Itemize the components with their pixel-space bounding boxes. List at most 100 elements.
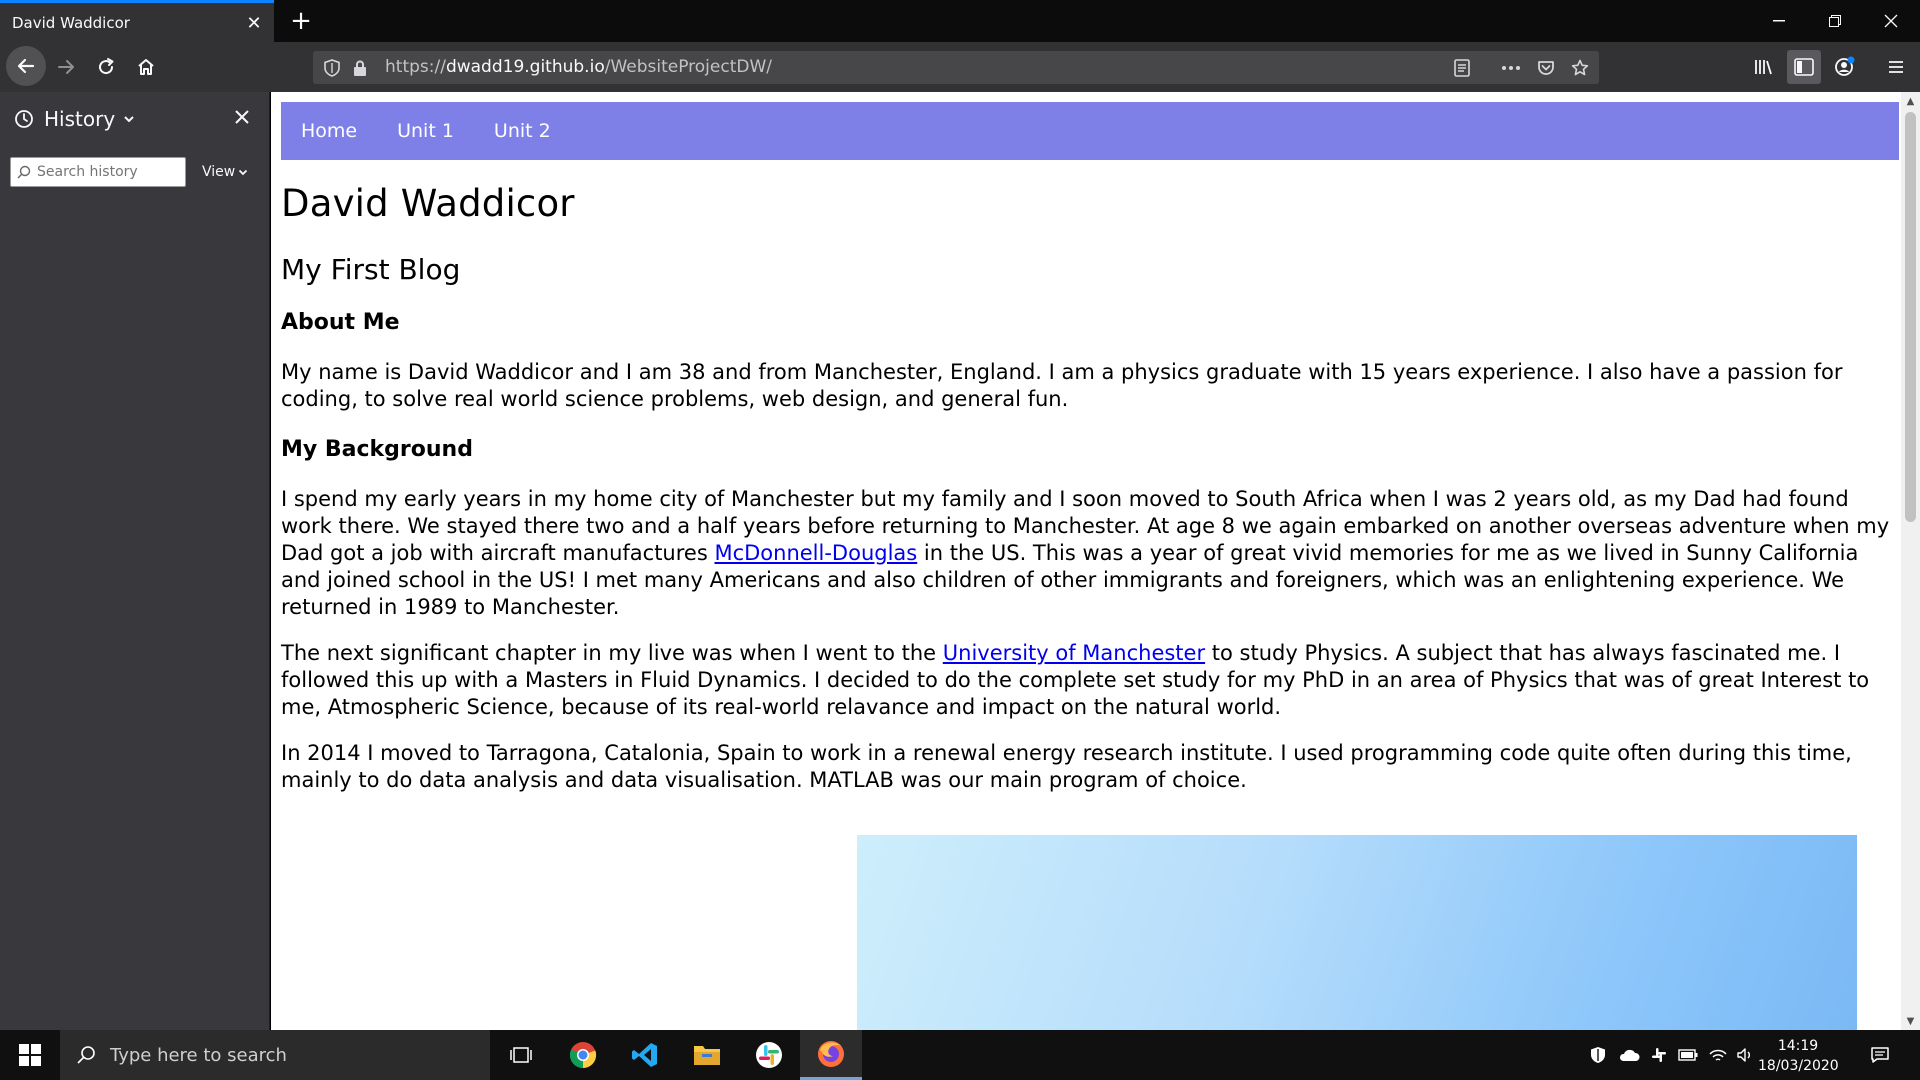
background-paragraph-1: I spend my early years in my home city o…: [281, 486, 1901, 621]
search-icon: [17, 165, 31, 179]
back-button[interactable]: [6, 46, 46, 86]
scrollbar-thumb[interactable]: [1905, 112, 1916, 522]
nav-unit-1-link[interactable]: Unit 1: [377, 120, 474, 142]
hamburger-menu-icon: [1889, 61, 1903, 73]
start-button[interactable]: [0, 1030, 60, 1080]
volume-tray-icon[interactable]: [1732, 1030, 1758, 1080]
reader-view-icon[interactable]: [1447, 51, 1477, 84]
clock-date: 18/03/2020: [1758, 1058, 1839, 1074]
slack-icon: [1652, 1048, 1666, 1062]
system-clock[interactable]: 14:19 18/03/2020: [1758, 1036, 1839, 1076]
file-explorer-taskbar-app[interactable]: [676, 1030, 738, 1080]
history-search-box[interactable]: [10, 157, 186, 187]
sidebar-title: History: [44, 107, 116, 131]
background-heading: My Background: [281, 437, 473, 462]
task-view-button[interactable]: [490, 1030, 552, 1080]
clock-time: 14:19: [1777, 1038, 1819, 1054]
title-bar: David Waddicor ✕ +: [0, 0, 1920, 42]
close-window-button[interactable]: [1863, 0, 1919, 42]
sky-image: [857, 835, 1857, 1030]
tracking-protection-icon[interactable]: [317, 51, 347, 84]
wifi-tray-icon[interactable]: [1704, 1030, 1732, 1080]
blog-title: My First Blog: [281, 253, 461, 286]
url-prefix: https://: [385, 57, 446, 77]
tab-close-icon[interactable]: ✕: [242, 11, 266, 35]
web-content: Home Unit 1 Unit 2 David Waddicor My Fir…: [271, 92, 1901, 1030]
firefox-taskbar-app[interactable]: [800, 1030, 862, 1080]
library-button[interactable]: [1747, 50, 1781, 84]
navigation-toolbar: https://dwadd19.github.io/WebsiteProject…: [0, 42, 1920, 92]
task-view-icon: [510, 1047, 532, 1063]
chrome-icon: [569, 1042, 597, 1069]
forward-button[interactable]: [49, 50, 83, 84]
windows-logo-icon: [19, 1044, 41, 1066]
speaker-icon: [1737, 1048, 1750, 1062]
page-scrollbar[interactable]: ▲ ▼: [1901, 92, 1920, 1030]
library-icon: [1755, 60, 1772, 75]
cloud-icon: [1619, 1049, 1640, 1061]
close-icon: [235, 110, 249, 124]
scroll-up-icon[interactable]: ▲: [1901, 92, 1920, 110]
nav-home-link[interactable]: Home: [281, 120, 377, 142]
view-menu-button[interactable]: View: [202, 160, 248, 184]
slack-tray-icon[interactable]: [1646, 1030, 1672, 1080]
background-paragraph-3: In 2014 I moved to Tarragona, Catalonia,…: [281, 741, 1852, 792]
pocket-icon[interactable]: [1531, 51, 1561, 84]
mcdonnell-douglas-link[interactable]: McDonnell-Douglas: [714, 541, 917, 565]
reload-icon: [99, 58, 114, 75]
bookmark-star-icon[interactable]: [1565, 51, 1595, 84]
address-bar[interactable]: https://dwadd19.github.io/WebsiteProject…: [313, 51, 1599, 84]
restore-button[interactable]: [1807, 0, 1863, 42]
windows-security-tray-icon[interactable]: [1584, 1030, 1612, 1080]
about-heading: About Me: [281, 310, 400, 335]
history-search-input[interactable]: [37, 158, 177, 186]
view-label: View: [202, 164, 236, 180]
browser-tab[interactable]: David Waddicor ✕: [0, 0, 274, 42]
url-text[interactable]: https://dwadd19.github.io/WebsiteProject…: [385, 51, 772, 84]
windows-taskbar: Type here to search 14:19 18/03/2020: [0, 1030, 1920, 1080]
account-button[interactable]: [1828, 50, 1862, 84]
slack-taskbar-app[interactable]: [738, 1030, 800, 1080]
forward-arrow-icon: [58, 60, 74, 74]
university-of-manchester-link[interactable]: University of Manchester: [943, 641, 1205, 665]
battery-tray-icon[interactable]: [1674, 1030, 1702, 1080]
slack-icon: [756, 1042, 782, 1068]
taskbar-search-box[interactable]: Type here to search: [60, 1030, 490, 1080]
close-icon: [1884, 14, 1898, 28]
sidebar-switcher[interactable]: History: [14, 106, 135, 132]
url-path: /WebsiteProjectDW/: [604, 57, 773, 77]
menu-button[interactable]: [1879, 50, 1913, 84]
about-paragraph: My name is David Waddicor and I am 38 an…: [281, 360, 1843, 411]
reload-button[interactable]: [89, 50, 123, 84]
site-nav-bar: Home Unit 1 Unit 2: [281, 102, 1899, 160]
action-center-button[interactable]: [1860, 1030, 1900, 1080]
vscode-icon: [632, 1043, 657, 1067]
page-title: David Waddicor: [281, 182, 575, 225]
nav-unit-2-link[interactable]: Unit 2: [474, 120, 571, 142]
chevron-down-icon: [239, 169, 248, 175]
sidebar-icon: [1794, 58, 1814, 76]
lock-icon[interactable]: [345, 51, 375, 84]
vscode-taskbar-app[interactable]: [614, 1030, 676, 1080]
chevron-down-icon: [124, 116, 134, 123]
url-host: dwadd19.github.io: [445, 57, 605, 77]
shield-icon: [1591, 1047, 1605, 1063]
folder-icon: [694, 1046, 720, 1065]
new-tab-button[interactable]: +: [286, 6, 316, 36]
taskbar-search-placeholder: Type here to search: [110, 1044, 287, 1066]
background-paragraph-2: The next significant chapter in my live …: [281, 640, 1901, 721]
home-icon: [138, 59, 154, 75]
page-actions-icon[interactable]: [1496, 51, 1526, 84]
onedrive-tray-icon[interactable]: [1614, 1030, 1644, 1080]
account-icon: [1835, 56, 1855, 76]
sidebar-close-button[interactable]: [231, 106, 253, 128]
home-button[interactable]: [129, 50, 163, 84]
scroll-down-icon[interactable]: ▼: [1901, 1012, 1920, 1030]
restore-icon: [1829, 15, 1841, 27]
chrome-taskbar-app[interactable]: [552, 1030, 614, 1080]
history-sidebar: History View: [0, 92, 270, 1030]
sidebar-toggle-button[interactable]: [1787, 50, 1821, 84]
search-icon: [77, 1046, 95, 1064]
minimize-button[interactable]: [1751, 0, 1807, 42]
tab-title: David Waddicor: [12, 13, 130, 32]
